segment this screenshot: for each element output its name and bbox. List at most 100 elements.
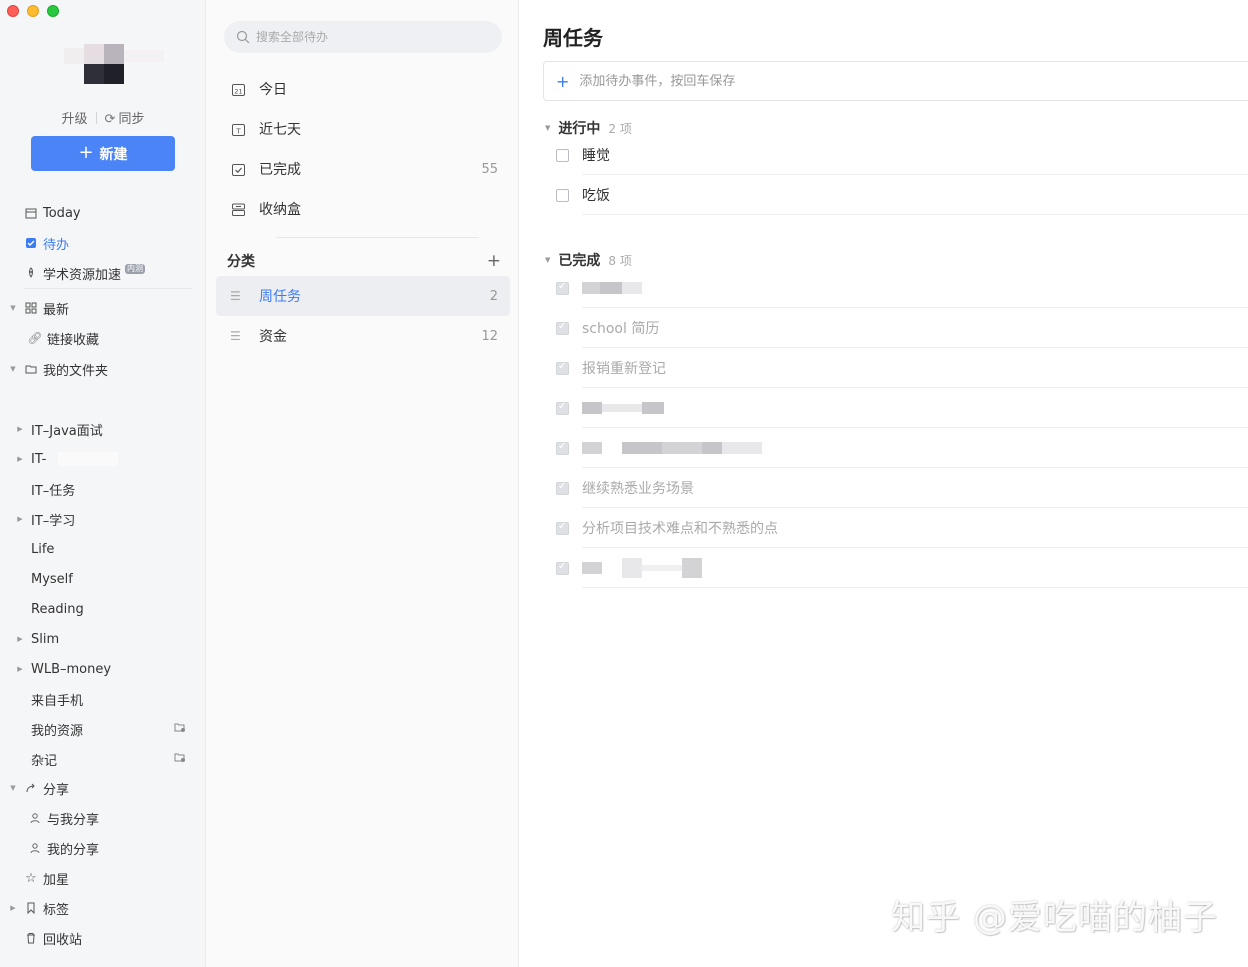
task-checkbox-checked[interactable] [556,281,569,295]
drag-handle-icon[interactable]: ☰ [230,289,244,303]
sidebar-item-my-folders[interactable]: ▼ 我的文件夹 [0,354,206,384]
user-icon [28,811,42,825]
sync-button[interactable]: ⟳ 同步 [105,108,145,127]
folder-label: IT- [31,451,47,467]
chevron-right-icon[interactable]: ▶ [16,665,24,673]
folder-item[interactable]: ▶ IT- [0,444,206,474]
task-checkbox-checked[interactable] [556,441,569,455]
task-title[interactable] [582,548,1248,588]
task-checkbox-checked[interactable] [556,561,569,575]
task-detail-panel: 周任务 + ▼ 进行中 2 项 睡觉 吃饭 ▼ 已完成 8 项 school 简… [519,0,1248,967]
user-icon [28,841,42,855]
task-title[interactable]: 分析项目技术难点和不熟悉的点 [582,508,1248,548]
sidebar-item-starred[interactable]: ☆ 加星 [0,863,206,893]
chevron-right-icon[interactable]: ▶ [16,635,24,643]
task-item-completed[interactable]: 分析项目技术难点和不熟悉的点 [556,508,1248,548]
search-input[interactable] [256,30,486,44]
folder-item[interactable]: ▶ IT–Java面试 [0,414,206,444]
redacted-block [582,441,602,454]
task-title[interactable]: 继续熟悉业务场景 [582,468,1248,508]
task-item-completed[interactable]: 报销重新登记 [556,348,1248,388]
chevron-down-icon[interactable]: ▼ [9,365,17,373]
chevron-right-icon[interactable]: ▶ [9,904,17,912]
filter-label: 今日 [259,82,287,98]
page-title: 周任务 [543,26,603,50]
task-item[interactable]: 睡觉 [556,135,1248,175]
completed-group-header[interactable]: ▼ 已完成 8 项 [545,250,632,270]
minimize-window-button[interactable] [27,5,39,17]
folder-item[interactable]: ▶ Slim [0,624,206,654]
filter-completed[interactable]: 已完成 55 [216,149,510,189]
divider [24,288,192,289]
chevron-right-icon[interactable]: ▶ [16,425,24,433]
chevron-down-icon[interactable]: ▼ [545,256,550,264]
task-checkbox[interactable] [556,188,569,202]
task-item-completed[interactable] [556,548,1248,588]
sidebar-item-tags[interactable]: ▶ 标签 [0,893,206,923]
chevron-down-icon[interactable]: ▼ [9,304,17,312]
search-icon [236,30,250,44]
search-box[interactable] [224,21,502,53]
chevron-right-icon[interactable]: ▶ [16,455,24,463]
task-item-completed[interactable]: school 简历 [556,308,1248,348]
folder-item[interactable]: 我的资源 [0,714,206,744]
task-title[interactable] [582,388,1248,428]
avatar[interactable] [64,36,182,94]
task-title[interactable]: school 简历 [582,308,1248,348]
task-item-completed[interactable]: 继续熟悉业务场景 [556,468,1248,508]
calendar-check-icon [230,161,246,177]
maximize-window-button[interactable] [47,5,59,17]
upgrade-link[interactable]: 升级 [62,108,88,127]
sidebar-item-link-collection[interactable]: 🔗︎ 链接收藏 [0,323,206,353]
sidebar-item-today[interactable]: Today [0,198,206,228]
task-title[interactable]: 报销重新登记 [582,348,1248,388]
task-item-completed[interactable] [556,428,1248,468]
folder-item[interactable]: Life [0,534,206,564]
task-checkbox-checked[interactable] [556,521,569,535]
drag-handle-icon[interactable]: ☰ [230,329,244,343]
category-item-funds[interactable]: ☰ 资金 12 [216,316,510,356]
folder-item[interactable]: Reading [0,594,206,624]
task-title[interactable] [582,268,1248,308]
task-item-completed[interactable] [556,388,1248,428]
task-checkbox-checked[interactable] [556,361,569,375]
chevron-right-icon[interactable]: ▶ [16,515,24,523]
task-item[interactable]: 吃饭 [556,175,1248,215]
divider [95,111,97,124]
redacted-block [642,564,682,571]
add-task-bar[interactable]: + [543,61,1248,101]
task-checkbox[interactable] [556,148,569,162]
filter-today[interactable]: 21 今日 [216,69,510,109]
sidebar-item-share[interactable]: ▼ 分享 [0,773,206,803]
task-checkbox-checked[interactable] [556,401,569,415]
add-task-input[interactable] [579,73,1180,89]
new-button[interactable]: + 新建 [31,136,175,171]
task-item-completed[interactable] [556,268,1248,308]
folder-item[interactable]: ▶ WLB–money [0,654,206,684]
folder-item[interactable]: IT–任务 [0,474,206,504]
task-checkbox-checked[interactable] [556,481,569,495]
folder-item[interactable]: 杂记 [0,744,206,774]
task-title[interactable]: 吃饭 [582,175,1248,215]
sidebar-item-trash[interactable]: 回收站 [0,923,206,953]
folder-item[interactable]: ▶ IT–学习 [0,504,206,534]
sidebar-item-academic[interactable]: 学术资源加速 内测 [0,258,206,288]
sidebar-item-my-shares[interactable]: 我的分享 [0,833,206,863]
sidebar-item-latest[interactable]: ▼ 最新 [0,293,206,323]
category-item-weekly-tasks[interactable]: ☰ 周任务 2 [216,276,510,316]
task-title[interactable]: 睡觉 [582,135,1248,175]
filter-next-seven-days[interactable]: T 近七天 [216,109,510,149]
task-checkbox-checked[interactable] [556,321,569,335]
folder-item[interactable]: 来自手机 [0,684,206,714]
folder-item[interactable]: Myself [0,564,206,594]
filter-inbox[interactable]: 收纳盒 [216,189,510,229]
add-category-button[interactable]: + [487,251,501,271]
chevron-down-icon[interactable]: ▼ [545,124,550,132]
sidebar-item-shared-with-me[interactable]: 与我分享 [0,803,206,833]
sidebar-item-todo[interactable]: 待办 [0,228,206,258]
sidebar-item-label: 最新 [43,302,70,318]
folder-label: 杂记 [31,753,58,769]
chevron-down-icon[interactable]: ▼ [9,784,17,792]
close-window-button[interactable] [7,5,19,17]
task-title[interactable] [582,428,1248,468]
